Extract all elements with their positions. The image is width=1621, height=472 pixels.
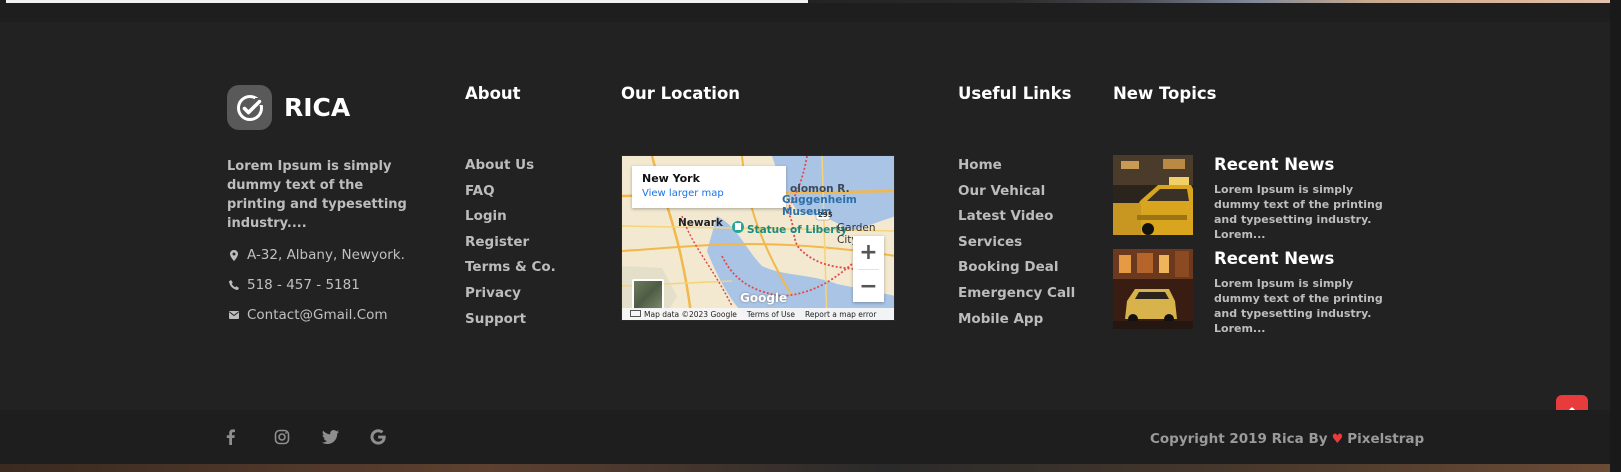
- new-topics-heading: New Topics: [1113, 84, 1217, 103]
- social-links: [226, 427, 418, 447]
- map-label-museum: Guggenheim Museum: [782, 194, 857, 218]
- footer-bottom-bar: Copyright 2019 Rica By ♥ Pixelstrap: [0, 410, 1610, 464]
- map-attribution-bar: Map data ©2023 Google Terms of Use Repor…: [622, 308, 894, 320]
- facebook-icon[interactable]: [226, 427, 274, 447]
- google-logo: Google: [740, 291, 788, 305]
- map-label-statue: Statue of Liberty: [747, 224, 848, 236]
- map-place-name: New York: [642, 172, 700, 185]
- phone-icon: [227, 280, 241, 290]
- brand-description: Lorem Ipsum is simply dummy text of the …: [227, 159, 407, 231]
- about-link-faq[interactable]: FAQ: [465, 183, 556, 209]
- footer-brand[interactable]: RICA: [227, 85, 350, 130]
- useful-link-latest-video[interactable]: Latest Video: [958, 208, 1075, 234]
- about-heading: About: [465, 84, 521, 103]
- zoom-out-button[interactable]: −: [853, 270, 884, 303]
- contact-email[interactable]: Contact@Gmail.Com: [227, 307, 388, 323]
- news-title[interactable]: Recent News: [1214, 249, 1334, 268]
- copyright-text: Copyright 2019 Rica By ♥ Pixelstrap: [1150, 431, 1424, 447]
- map-pin-icon: [227, 249, 241, 261]
- top-strip: [0, 0, 1621, 22]
- useful-links-heading: Useful Links: [958, 84, 1072, 103]
- about-link-privacy[interactable]: Privacy: [465, 285, 556, 311]
- map-place-card: New York View larger map: [632, 166, 786, 208]
- about-link-login[interactable]: Login: [465, 208, 556, 234]
- map-report-link[interactable]: Report a map error: [805, 310, 876, 319]
- satellite-toggle-button[interactable]: [632, 279, 664, 311]
- about-link-about-us[interactable]: About Us: [465, 157, 556, 183]
- news-thumbnail-street[interactable]: [1113, 249, 1193, 329]
- heart-icon: ♥: [1331, 431, 1344, 447]
- useful-links: Home Our Vehical Latest Video Services B…: [958, 157, 1075, 336]
- useful-link-home[interactable]: Home: [958, 157, 1075, 183]
- copyright-prefix: Copyright 2019 Rica By: [1150, 431, 1328, 447]
- copyright-author-link[interactable]: Pixelstrap: [1347, 431, 1424, 447]
- contact-address: A-32, Albany, Newyork.: [227, 247, 405, 263]
- useful-link-emergency-call[interactable]: Emergency Call: [958, 285, 1075, 311]
- useful-link-booking-deal[interactable]: Booking Deal: [958, 259, 1075, 285]
- contact-phone-text: 518 - 457 - 5181: [247, 277, 360, 293]
- useful-link-mobile-app[interactable]: Mobile App: [958, 311, 1075, 337]
- previous-section-image-edge: [810, 0, 1610, 3]
- about-links: About Us FAQ Login Register Terms & Co. …: [465, 157, 556, 336]
- map-data-text: Map data ©2023 Google: [644, 309, 737, 319]
- contact-address-text: A-32, Albany, Newyork.: [247, 247, 405, 263]
- news-excerpt: Lorem Ipsum is simply dummy text of the …: [1214, 277, 1383, 335]
- keyboard-icon[interactable]: [630, 310, 641, 317]
- about-link-register[interactable]: Register: [465, 234, 556, 260]
- news-thumbnail-taxi[interactable]: [1113, 155, 1193, 235]
- brand-name: RICA: [284, 93, 351, 122]
- about-link-terms[interactable]: Terms & Co.: [465, 259, 556, 285]
- contact-email-text: Contact@Gmail.Com: [247, 307, 388, 323]
- map-label-route: 295: [818, 211, 833, 219]
- location-map[interactable]: New York View larger map olomon R. Gugge…: [621, 155, 895, 321]
- map-label-newark: Newark: [678, 217, 723, 229]
- about-link-support[interactable]: Support: [465, 311, 556, 337]
- envelope-icon: [227, 311, 241, 319]
- page-scrollbar-gutter: [1610, 0, 1621, 472]
- news-excerpt: Lorem Ipsum is simply dummy text of the …: [1214, 183, 1383, 241]
- previous-section-edge: [6, 0, 808, 3]
- instagram-icon[interactable]: [274, 427, 322, 447]
- useful-link-our-vehical[interactable]: Our Vehical: [958, 183, 1075, 209]
- check-circle-logo-icon: [227, 85, 272, 130]
- view-larger-map-link[interactable]: View larger map: [642, 188, 776, 199]
- zoom-in-button[interactable]: +: [853, 236, 884, 269]
- map-terms-link[interactable]: Terms of Use: [747, 310, 795, 319]
- news-title[interactable]: Recent News: [1214, 155, 1334, 174]
- next-section-edge: [0, 464, 1610, 472]
- useful-link-services[interactable]: Services: [958, 234, 1075, 260]
- news-item[interactable]: Recent News Lorem Ipsum is simply dummy …: [1113, 155, 1398, 241]
- map-zoom-control: + −: [853, 236, 884, 302]
- news-item[interactable]: Recent News Lorem Ipsum is simply dummy …: [1113, 249, 1398, 335]
- contact-phone: 518 - 457 - 5181: [227, 277, 360, 293]
- twitter-icon[interactable]: [322, 427, 370, 447]
- google-icon[interactable]: [370, 427, 418, 447]
- location-heading: Our Location: [621, 84, 741, 103]
